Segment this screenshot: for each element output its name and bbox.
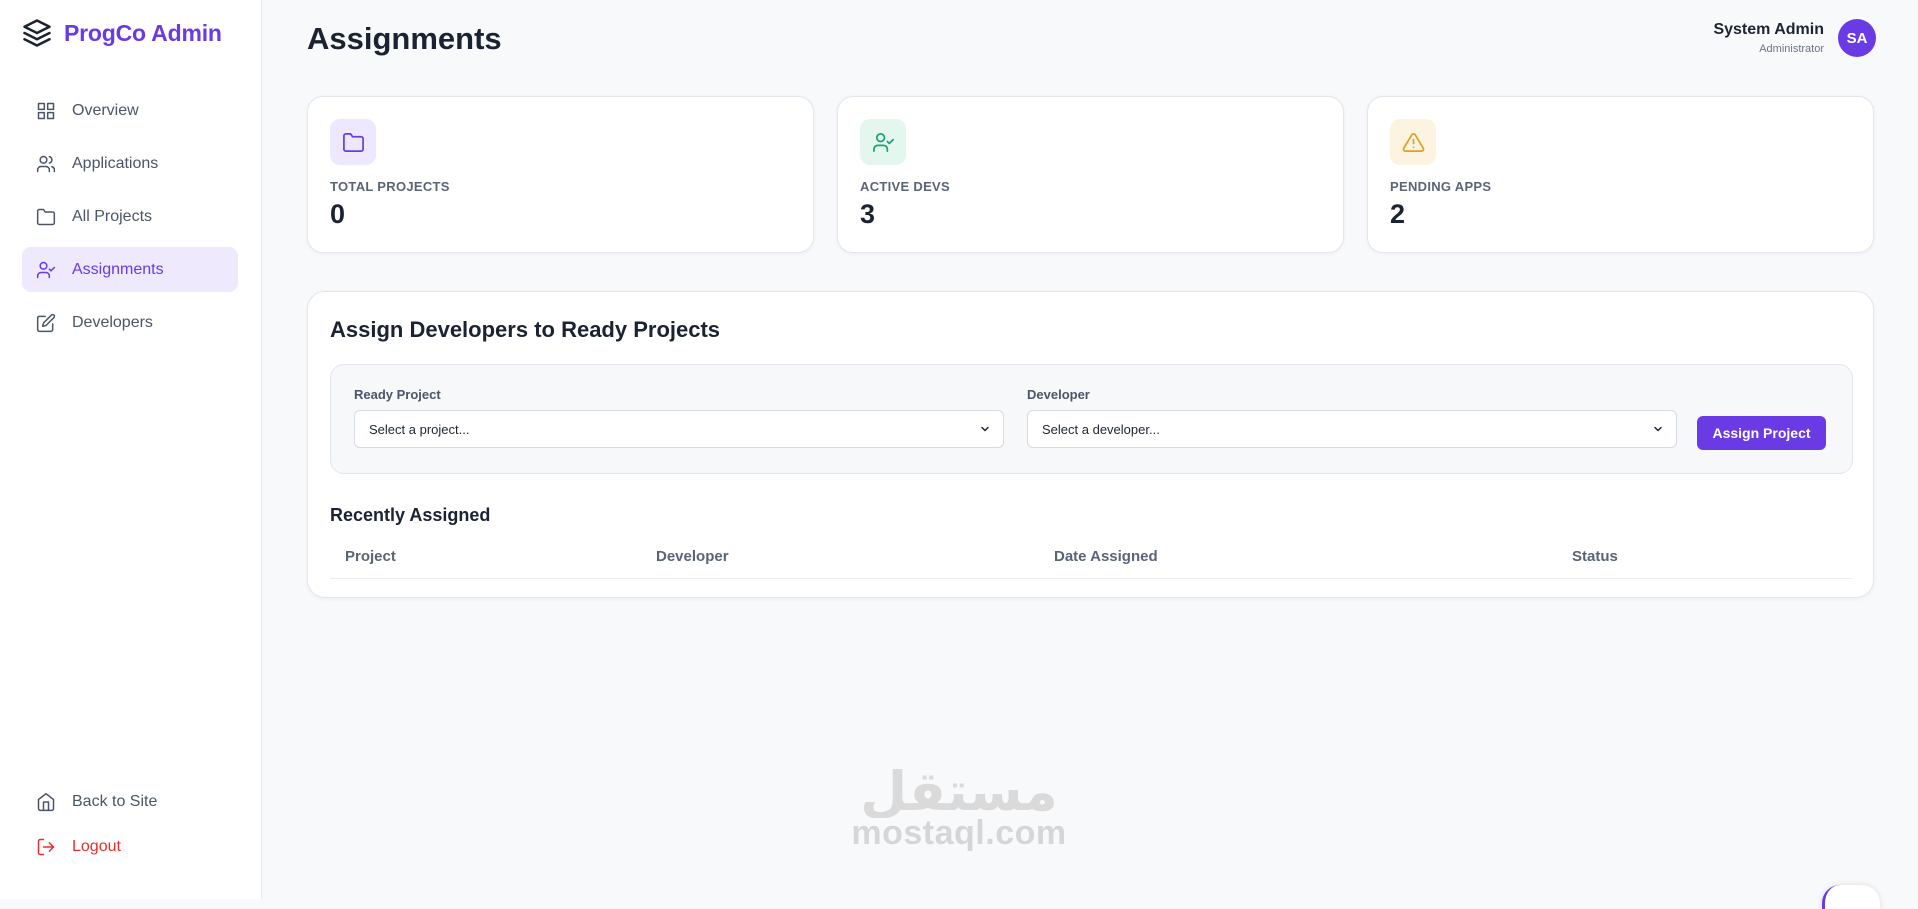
user-check-icon xyxy=(36,261,56,278)
user-info: System Admin Administrator xyxy=(1713,21,1824,55)
sidebar-item-label: Back to Site xyxy=(72,793,158,810)
sidebar-item-all-projects[interactable]: All Projects xyxy=(22,194,238,239)
avatar[interactable]: SA xyxy=(1838,19,1876,57)
stat-value: 3 xyxy=(860,199,876,229)
assign-panel: Assign Developers to Ready Projects Read… xyxy=(307,291,1874,598)
logout-icon xyxy=(37,838,55,856)
user-menu[interactable]: System Admin Administrator SA xyxy=(1713,19,1876,57)
sidebar: ProgCo Admin Overview Applications All P… xyxy=(0,0,262,899)
watermark-text: mostaql.com xyxy=(851,814,1067,852)
folder-icon xyxy=(36,208,56,225)
assign-project-button[interactable]: Assign Project xyxy=(1697,416,1826,450)
sidebar-item-label: Applications xyxy=(72,154,159,172)
stat-value: 2 xyxy=(1390,199,1406,229)
sidebar-item-label: Logout xyxy=(72,838,121,855)
main-content: Assignments System Admin Administrator S… xyxy=(262,0,1918,899)
stat-value: 0 xyxy=(330,199,346,229)
stats-row: TOTAL PROJECTS 0 ACTIVE DEVS 3 PENDING A… xyxy=(307,96,1874,253)
developer-select[interactable]: Select a developer... xyxy=(1027,410,1677,448)
edit-icon xyxy=(36,313,56,332)
sidebar-item-developers[interactable]: Developers xyxy=(22,300,238,345)
recently-assigned-title: Recently Assigned xyxy=(330,505,491,525)
stat-label: PENDING APPS xyxy=(1390,179,1492,194)
assign-form: Ready Project Select a project... Develo… xyxy=(330,364,1853,474)
project-select-value: Select a project... xyxy=(369,421,470,437)
stat-label: TOTAL PROJECTS xyxy=(330,179,450,194)
watermark-logo: مستقل xyxy=(843,760,1075,818)
sidebar-item-applications[interactable]: Applications xyxy=(22,141,238,186)
project-label: Ready Project xyxy=(354,387,441,402)
column-header-status[interactable]: Status xyxy=(1572,548,1618,565)
watermark-logo-text: مستقل xyxy=(860,760,1058,818)
stat-icon-box xyxy=(330,119,376,165)
brand-name: ProgCo Admin xyxy=(64,19,222,46)
sidebar-item-back-to-site[interactable]: Back to Site xyxy=(22,782,238,822)
stat-card-total-projects: TOTAL PROJECTS 0 xyxy=(307,96,814,253)
panel-title: Assign Developers to Ready Projects xyxy=(330,317,721,342)
column-header-date-assigned[interactable]: Date Assigned xyxy=(1054,548,1158,565)
layers-icon xyxy=(23,19,51,47)
folder-icon xyxy=(342,132,364,152)
sidebar-item-assignments[interactable]: Assignments xyxy=(22,247,238,292)
users-icon xyxy=(36,155,56,172)
developer-field: Developer Select a developer... xyxy=(1027,387,1677,448)
brand[interactable]: ProgCo Admin xyxy=(22,18,222,48)
user-name: System Admin xyxy=(1713,21,1824,38)
column-header-project[interactable]: Project xyxy=(345,548,396,565)
developer-select-value: Select a developer... xyxy=(1042,421,1160,437)
stat-card-active-devs: ACTIVE DEVS 3 xyxy=(837,96,1344,253)
sidebar-bottom-nav: Back to Site Logout xyxy=(22,782,238,872)
grid-icon xyxy=(37,102,55,119)
alert-triangle-icon xyxy=(1402,132,1424,152)
stat-icon-box xyxy=(1390,119,1436,165)
stat-card-pending-apps: PENDING APPS 2 xyxy=(1367,96,1874,253)
user-check-icon xyxy=(872,132,894,152)
stat-icon-box xyxy=(860,119,906,165)
chat-widget[interactable] xyxy=(1822,885,1880,909)
watermark: مستقل mostaql.com xyxy=(843,760,1075,853)
sidebar-item-label: Assignments xyxy=(72,260,164,278)
home-icon xyxy=(37,792,55,812)
column-header-developer[interactable]: Developer xyxy=(656,548,729,565)
stat-label: ACTIVE DEVS xyxy=(860,179,950,194)
user-role: Administrator xyxy=(1759,43,1824,55)
developer-label: Developer xyxy=(1027,387,1090,402)
page-title: Assignments xyxy=(307,21,502,56)
sidebar-item-overview[interactable]: Overview xyxy=(22,88,238,133)
sidebar-nav: Overview Applications All Projects Assig… xyxy=(22,88,238,353)
project-select[interactable]: Select a project... xyxy=(354,410,1004,448)
sidebar-item-label: Developers xyxy=(72,313,153,331)
sidebar-item-label: Overview xyxy=(72,101,139,119)
sidebar-item-logout[interactable]: Logout xyxy=(22,827,238,867)
chevron-down-icon xyxy=(1654,426,1662,432)
sidebar-item-label: All Projects xyxy=(72,207,153,225)
watermark-logo-icon: مستقل xyxy=(860,760,1058,818)
table-header: Project Developer Date Assigned Status xyxy=(330,541,1853,579)
project-field: Ready Project Select a project... xyxy=(354,387,1004,448)
chevron-down-icon xyxy=(981,426,989,432)
